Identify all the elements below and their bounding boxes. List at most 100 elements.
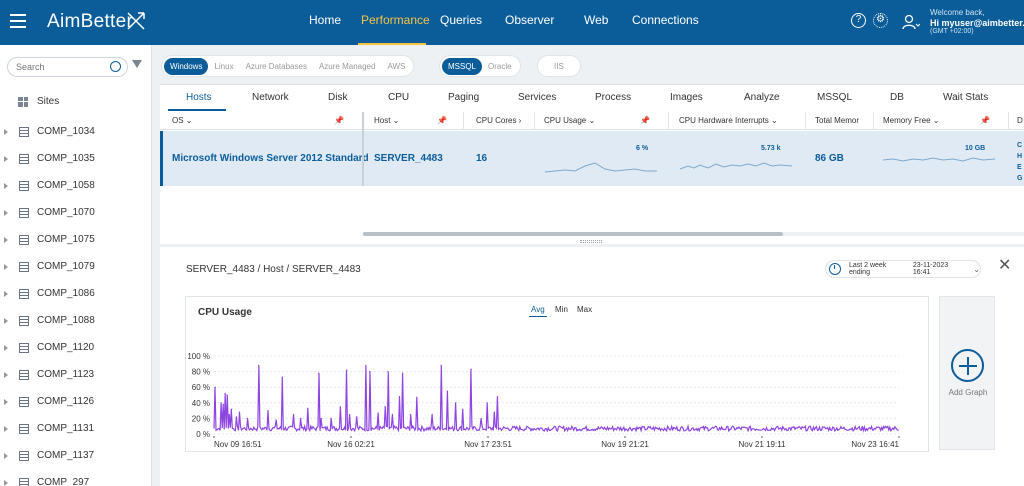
brand-logo[interactable]: AimBetter [47, 11, 133, 33]
expand-caret-icon[interactable] [4, 344, 8, 351]
nav-web[interactable]: Web [584, 13, 608, 27]
expand-caret-icon[interactable] [4, 317, 8, 324]
cpu-usage-peak-point [401, 372, 404, 374]
list-item[interactable]: COMP_1123 [0, 361, 152, 388]
expand-caret-icon[interactable] [4, 236, 8, 243]
list-item[interactable]: COMP_1034 [0, 118, 152, 145]
tab-cpu[interactable]: CPU [388, 92, 409, 103]
cpu-usage-peak-point [320, 417, 323, 419]
x-tick-mark [213, 436, 215, 438]
col-os[interactable]: OS ⌄ [172, 116, 193, 125]
x-tick-label: Nov 17 23:51 [464, 440, 512, 449]
gear-icon[interactable]: ⚙ [873, 13, 888, 28]
pill-windows[interactable]: Windows [164, 57, 209, 75]
list-item[interactable]: COMP_1079 [0, 253, 152, 280]
expand-caret-icon[interactable] [4, 452, 8, 459]
date-range-selector[interactable]: Last 2 week ending 23-11-2023 16:41 ⌄ [825, 260, 981, 278]
menu-icon[interactable] [10, 14, 26, 28]
col-cpu-usage[interactable]: CPU Usage ⌄ [544, 116, 595, 125]
tab-bar: Hosts Network Disk CPU Paging Services Process… [160, 85, 1024, 111]
pin-icon[interactable]: 📌 [334, 116, 344, 125]
nav-performance[interactable]: Performance [361, 13, 430, 27]
tab-network[interactable]: Network [252, 92, 289, 103]
cell-host[interactable]: SERVER_4483 [374, 153, 443, 164]
tab-services[interactable]: Services [518, 92, 556, 103]
pin-icon[interactable]: 📌 [980, 116, 990, 125]
close-icon[interactable]: ✕ [998, 258, 1011, 274]
cpu-usage-peak-point [446, 390, 449, 392]
tab-hosts[interactable]: Hosts [186, 92, 212, 103]
search-icon[interactable] [110, 61, 121, 72]
col-total-memory[interactable]: Total Memor [815, 116, 859, 125]
server-icon [19, 450, 29, 461]
expand-caret-icon[interactable] [4, 209, 8, 216]
user-welcome: Welcome back, [930, 8, 985, 17]
list-item[interactable]: COMP_1070 [0, 199, 152, 226]
cpu-usage-peak-point [455, 402, 457, 404]
tab-images[interactable]: Images [670, 92, 703, 103]
x-tick-label: Nov 19 21:21 [601, 440, 649, 449]
pill-aws[interactable]: AWS [381, 58, 411, 75]
table-row[interactable]: Microsoft Windows Server 2012 Standard S… [160, 131, 1024, 186]
tab-analyze[interactable]: Analyze [744, 92, 780, 103]
list-item[interactable]: COMP_1088 [0, 307, 152, 334]
add-graph-button[interactable]: Add Graph [939, 296, 995, 450]
pill-linux[interactable]: Linux [208, 58, 239, 75]
computer-label: COMP_1035 [37, 153, 95, 164]
pill-azure-databases[interactable]: Azure Databases [240, 58, 313, 75]
col-host[interactable]: Host ⌄ [374, 116, 399, 125]
search-input[interactable] [16, 58, 111, 76]
expand-caret-icon[interactable] [4, 182, 8, 189]
tab-wait-stats[interactable]: Wait Stats [943, 92, 988, 103]
list-item[interactable]: COMP_1131 [0, 415, 152, 442]
pill-oracle[interactable]: Oracle [482, 58, 518, 75]
help-icon[interactable]: ? [851, 13, 866, 28]
nav-active-indicator [358, 43, 426, 45]
list-item[interactable]: COMP_1086 [0, 280, 152, 307]
col-d[interactable]: D [1017, 116, 1023, 125]
cpu-usage-peak-point [226, 394, 228, 396]
expand-caret-icon[interactable] [4, 155, 8, 162]
pill-iis[interactable]: IIS [548, 58, 570, 75]
col-memory-free[interactable]: Memory Free ⌄ [883, 116, 940, 125]
expand-caret-icon[interactable] [4, 371, 8, 378]
pill-mssql[interactable]: MSSQL [442, 57, 483, 75]
filter-icon[interactable] [132, 60, 142, 68]
nav-home[interactable]: Home [309, 13, 341, 27]
expand-caret-icon[interactable] [4, 128, 8, 135]
tab-db[interactable]: DB [890, 92, 904, 103]
list-item[interactable]: COMP_1126 [0, 388, 152, 415]
list-item[interactable]: COMP_1075 [0, 226, 152, 253]
x-tick-mark [898, 436, 900, 438]
sites-item[interactable]: Sites [18, 96, 59, 107]
panel-resize-handle[interactable] [580, 240, 602, 243]
list-item[interactable]: COMP_1137 [0, 442, 152, 469]
tab-paging[interactable]: Paging [448, 92, 479, 103]
column-separator [873, 112, 874, 130]
pill-azure-managed[interactable]: Azure Managed [313, 58, 381, 75]
list-item[interactable]: COMP_297 [0, 469, 152, 486]
list-item[interactable]: COMP_1120 [0, 334, 152, 361]
logo-mark-icon [127, 12, 145, 30]
expand-caret-icon[interactable] [4, 263, 8, 270]
col-cpu-cores[interactable]: CPU Cores › [476, 116, 521, 125]
add-graph-label: Add Graph [948, 388, 988, 397]
nav-connections[interactable]: Connections [632, 13, 699, 27]
nav-observer[interactable]: Observer [505, 13, 554, 27]
cpu-usage-peak-point [398, 395, 401, 398]
list-item[interactable]: COMP_1058 [0, 172, 152, 199]
expand-caret-icon[interactable] [4, 479, 8, 486]
pin-icon[interactable]: 📌 [640, 116, 650, 125]
col-cpu-interrupts[interactable]: CPU Hardware Interrupts ⌄ [679, 116, 778, 125]
tab-mssql[interactable]: MSSQL [817, 92, 852, 103]
expand-caret-icon[interactable] [4, 425, 8, 432]
tab-disk[interactable]: Disk [328, 92, 347, 103]
pin-icon[interactable]: 📌 [437, 116, 447, 125]
tab-process[interactable]: Process [595, 92, 631, 103]
nav-queries[interactable]: Queries [440, 13, 482, 27]
horizontal-scrollbar-thumb[interactable] [363, 232, 783, 236]
expand-caret-icon[interactable] [4, 398, 8, 405]
computer-label: COMP_1120 [37, 342, 95, 353]
list-item[interactable]: COMP_1035 [0, 145, 152, 172]
expand-caret-icon[interactable] [4, 290, 8, 297]
